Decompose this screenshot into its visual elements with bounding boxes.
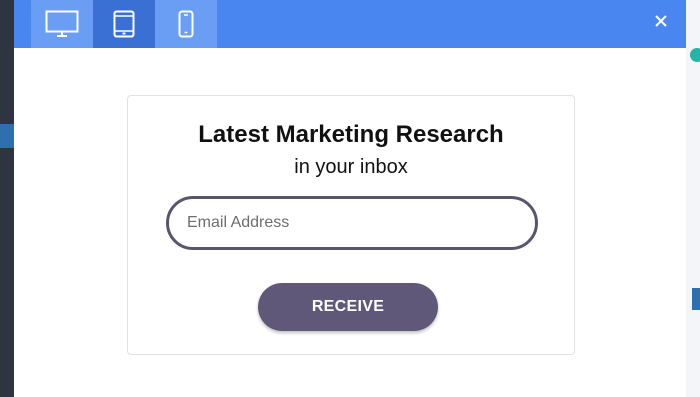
background-badge <box>690 48 700 62</box>
tablet-icon <box>113 10 135 38</box>
background-highlight <box>0 124 14 148</box>
newsletter-title: Latest Marketing Research <box>198 121 504 148</box>
mobile-icon <box>178 10 194 38</box>
email-field[interactable] <box>166 196 538 250</box>
close-button[interactable] <box>650 12 672 34</box>
mobile-preview-button[interactable] <box>155 0 217 48</box>
background-app-right <box>686 0 700 397</box>
background-app-left <box>0 0 14 397</box>
receive-button[interactable]: RECEIVE <box>258 283 438 331</box>
desktop-preview-button[interactable] <box>31 0 93 48</box>
close-icon <box>654 14 668 33</box>
tablet-preview-button[interactable] <box>93 0 155 48</box>
preview-modal: Latest Marketing Research in your inbox … <box>14 0 686 397</box>
device-toolbar <box>14 0 686 48</box>
desktop-icon <box>45 10 79 38</box>
newsletter-subtitle: in your inbox <box>294 156 408 178</box>
newsletter-card: Latest Marketing Research in your inbox … <box>127 95 575 355</box>
background-bar <box>692 288 700 310</box>
